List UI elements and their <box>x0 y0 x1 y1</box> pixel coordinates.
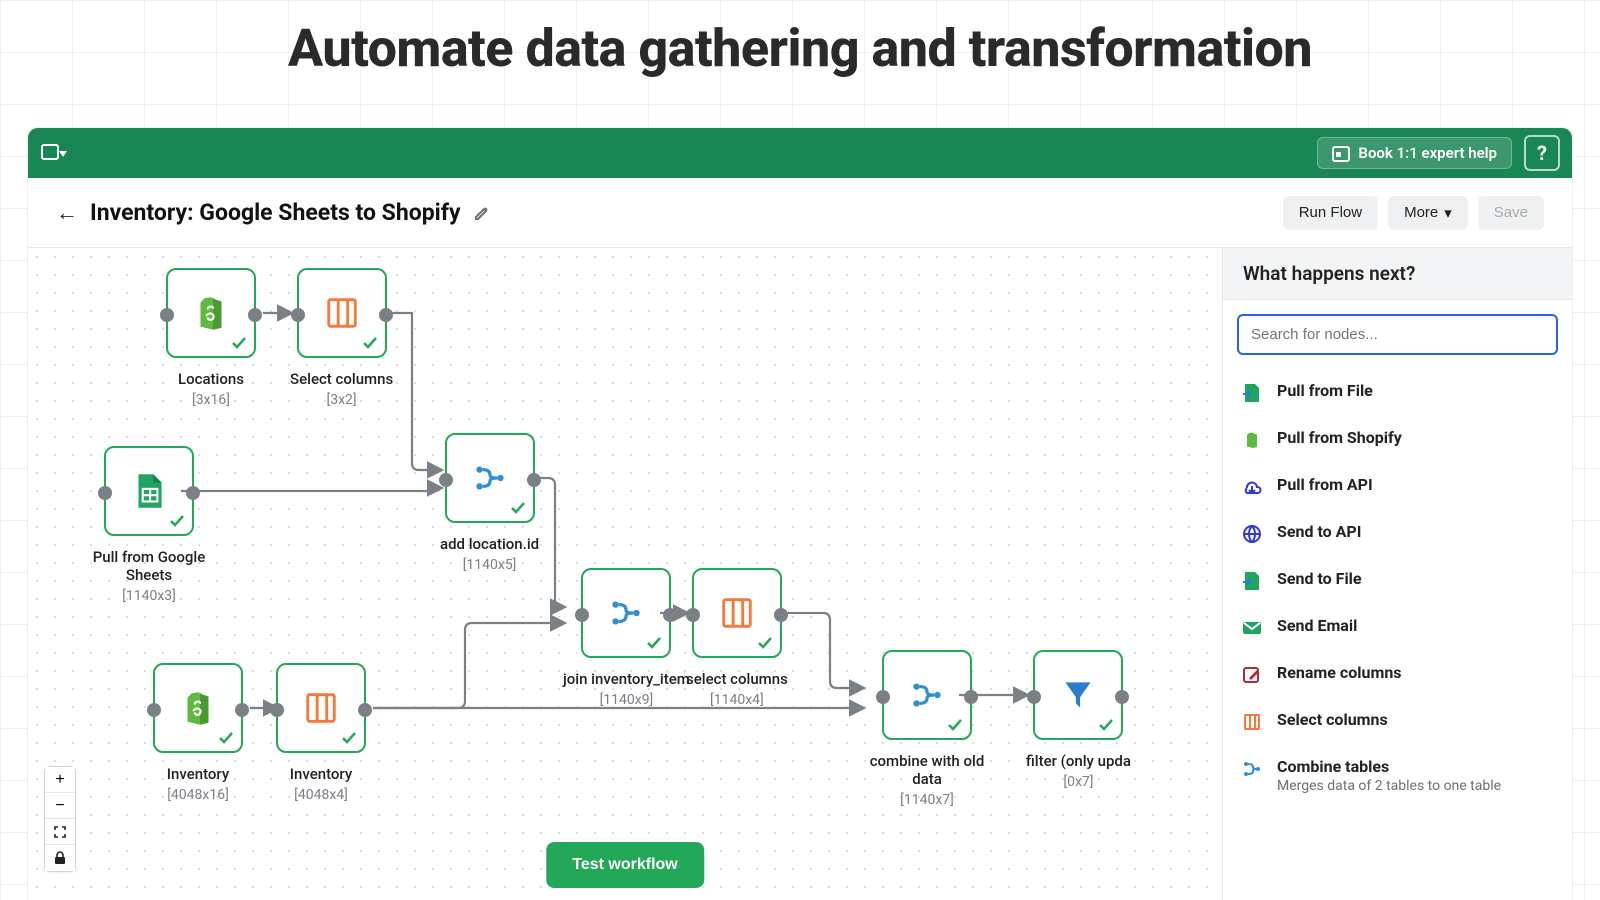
node-palette-item[interactable]: Pull from File <box>1237 369 1558 416</box>
edge-selcols1-to-addlocation <box>387 313 440 470</box>
more-menu-button[interactable]: More ▾ <box>1388 196 1468 230</box>
edge-addlocation-to-joininv <box>537 478 563 607</box>
edge-inventory2-to-joininv <box>373 623 563 708</box>
zoom-out-button[interactable]: − <box>45 793 75 819</box>
node-item-title: Send to File <box>1277 569 1362 588</box>
lock-canvas-button[interactable] <box>45 845 75 871</box>
chevron-down-icon: ▾ <box>1444 204 1452 222</box>
book-expert-help-label: Book 1:1 expert help <box>1358 144 1497 162</box>
search-nodes-input[interactable] <box>1237 314 1558 355</box>
edge-layer <box>28 248 1222 900</box>
topbar: Book 1:1 expert help ? <box>28 128 1572 178</box>
node-palette-sidebar: What happens next? Pull from File Pull f… <box>1222 248 1572 900</box>
canvas[interactable]: filter (only upda [0x7] combine with old… <box>28 248 1222 900</box>
app-frame: Book 1:1 expert help ? ← Inventory: Goog… <box>28 128 1572 900</box>
cols-icon <box>1241 711 1263 733</box>
node-palette-item[interactable]: Pull from Shopify <box>1237 416 1558 463</box>
node-palette-item[interactable]: Send to File <box>1237 557 1558 604</box>
node-item-title: Pull from File <box>1277 381 1373 400</box>
file-out-icon <box>1241 570 1263 592</box>
combine-icon <box>1241 758 1263 780</box>
help-button[interactable]: ? <box>1524 135 1560 171</box>
subheader: ← Inventory: Google Sheets to Shopify Ru… <box>28 178 1572 248</box>
sidebar-heading: What happens next? <box>1223 248 1572 300</box>
node-item-title: Pull from Shopify <box>1277 428 1402 447</box>
zoom-toolbar: + − <box>44 766 76 872</box>
node-item-subtitle: Merges data of 2 tables to one table <box>1277 778 1501 794</box>
node-palette-item[interactable]: Select columns <box>1237 698 1558 745</box>
node-palette-item[interactable]: Send to API <box>1237 510 1558 557</box>
node-palette-item[interactable]: Combine tables Merges data of 2 tables t… <box>1237 745 1558 806</box>
node-list: Pull from File Pull from Shopify Pull fr… <box>1223 363 1572 812</box>
calendar-icon <box>1332 144 1350 162</box>
more-menu-label: More <box>1404 204 1438 221</box>
back-button[interactable]: ← <box>56 200 78 226</box>
workspace: filter (only upda [0x7] combine with old… <box>28 248 1572 900</box>
node-item-title: Combine tables <box>1277 757 1501 776</box>
mail-icon <box>1241 617 1263 639</box>
run-flow-button[interactable]: Run Flow <box>1283 196 1378 230</box>
node-palette-item[interactable]: Pull from API <box>1237 463 1558 510</box>
cloud-down-icon <box>1241 476 1263 498</box>
rename-icon <box>1241 664 1263 686</box>
save-button[interactable]: Save <box>1478 196 1544 230</box>
edge-gsheets-to-addlocation <box>181 488 440 491</box>
edit-title-button[interactable] <box>473 204 491 222</box>
node-item-title: Select columns <box>1277 710 1388 729</box>
node-item-title: Send Email <box>1277 616 1357 635</box>
node-item-title: Pull from API <box>1277 475 1373 494</box>
edge-selcols2-to-combine <box>783 613 862 688</box>
shopify-icon <box>1241 429 1263 451</box>
fit-view-button[interactable] <box>45 819 75 845</box>
globe-icon <box>1241 523 1263 545</box>
question-icon: ? <box>1537 141 1547 165</box>
app-logo-icon <box>40 138 70 168</box>
flow-title: Inventory: Google Sheets to Shopify <box>90 199 461 226</box>
node-palette-item[interactable]: Send Email <box>1237 604 1558 651</box>
node-item-title: Send to API <box>1277 522 1361 541</box>
book-expert-help-button[interactable]: Book 1:1 expert help <box>1317 137 1512 169</box>
file-in-icon <box>1241 382 1263 404</box>
test-workflow-button[interactable]: Test workflow <box>546 842 704 888</box>
node-item-title: Rename columns <box>1277 663 1402 682</box>
zoom-in-button[interactable]: + <box>45 767 75 793</box>
node-palette-item[interactable]: Rename columns <box>1237 651 1558 698</box>
page-hero-title: Automate data gathering and transformati… <box>0 18 1600 79</box>
